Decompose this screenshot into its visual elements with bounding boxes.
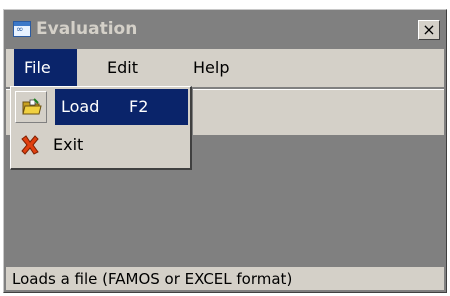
folder-open-icon [22,98,42,115]
menu-item-exit-label: Exit [53,135,84,154]
file-menu-dropdown: Load F2 Exit [10,86,192,170]
window-title: Evaluation [36,19,138,39]
status-text: Loads a file (FAMOS or EXCEL format) [12,270,293,288]
app-icon-glyph: ∞ [16,25,24,35]
app-icon[interactable]: ∞ [13,21,31,37]
menu-help[interactable]: Help [183,49,239,87]
title-bar[interactable]: ∞ Evaluation × [6,12,444,48]
exit-icon [21,135,39,155]
menu-item-load[interactable]: Load F2 [13,89,188,125]
menu-edit[interactable]: Edit [97,49,148,87]
menu-bar: File Edit Help [6,49,444,87]
menu-item-exit[interactable]: Exit [13,127,188,163]
close-button[interactable]: × [418,20,440,40]
menu-item-load-label: Load [61,97,100,116]
status-bar: Loads a file (FAMOS or EXCEL format) [6,266,444,290]
load-icon-frame [15,91,47,123]
menu-file[interactable]: File [14,49,77,87]
menu-item-load-shortcut: F2 [129,97,149,116]
